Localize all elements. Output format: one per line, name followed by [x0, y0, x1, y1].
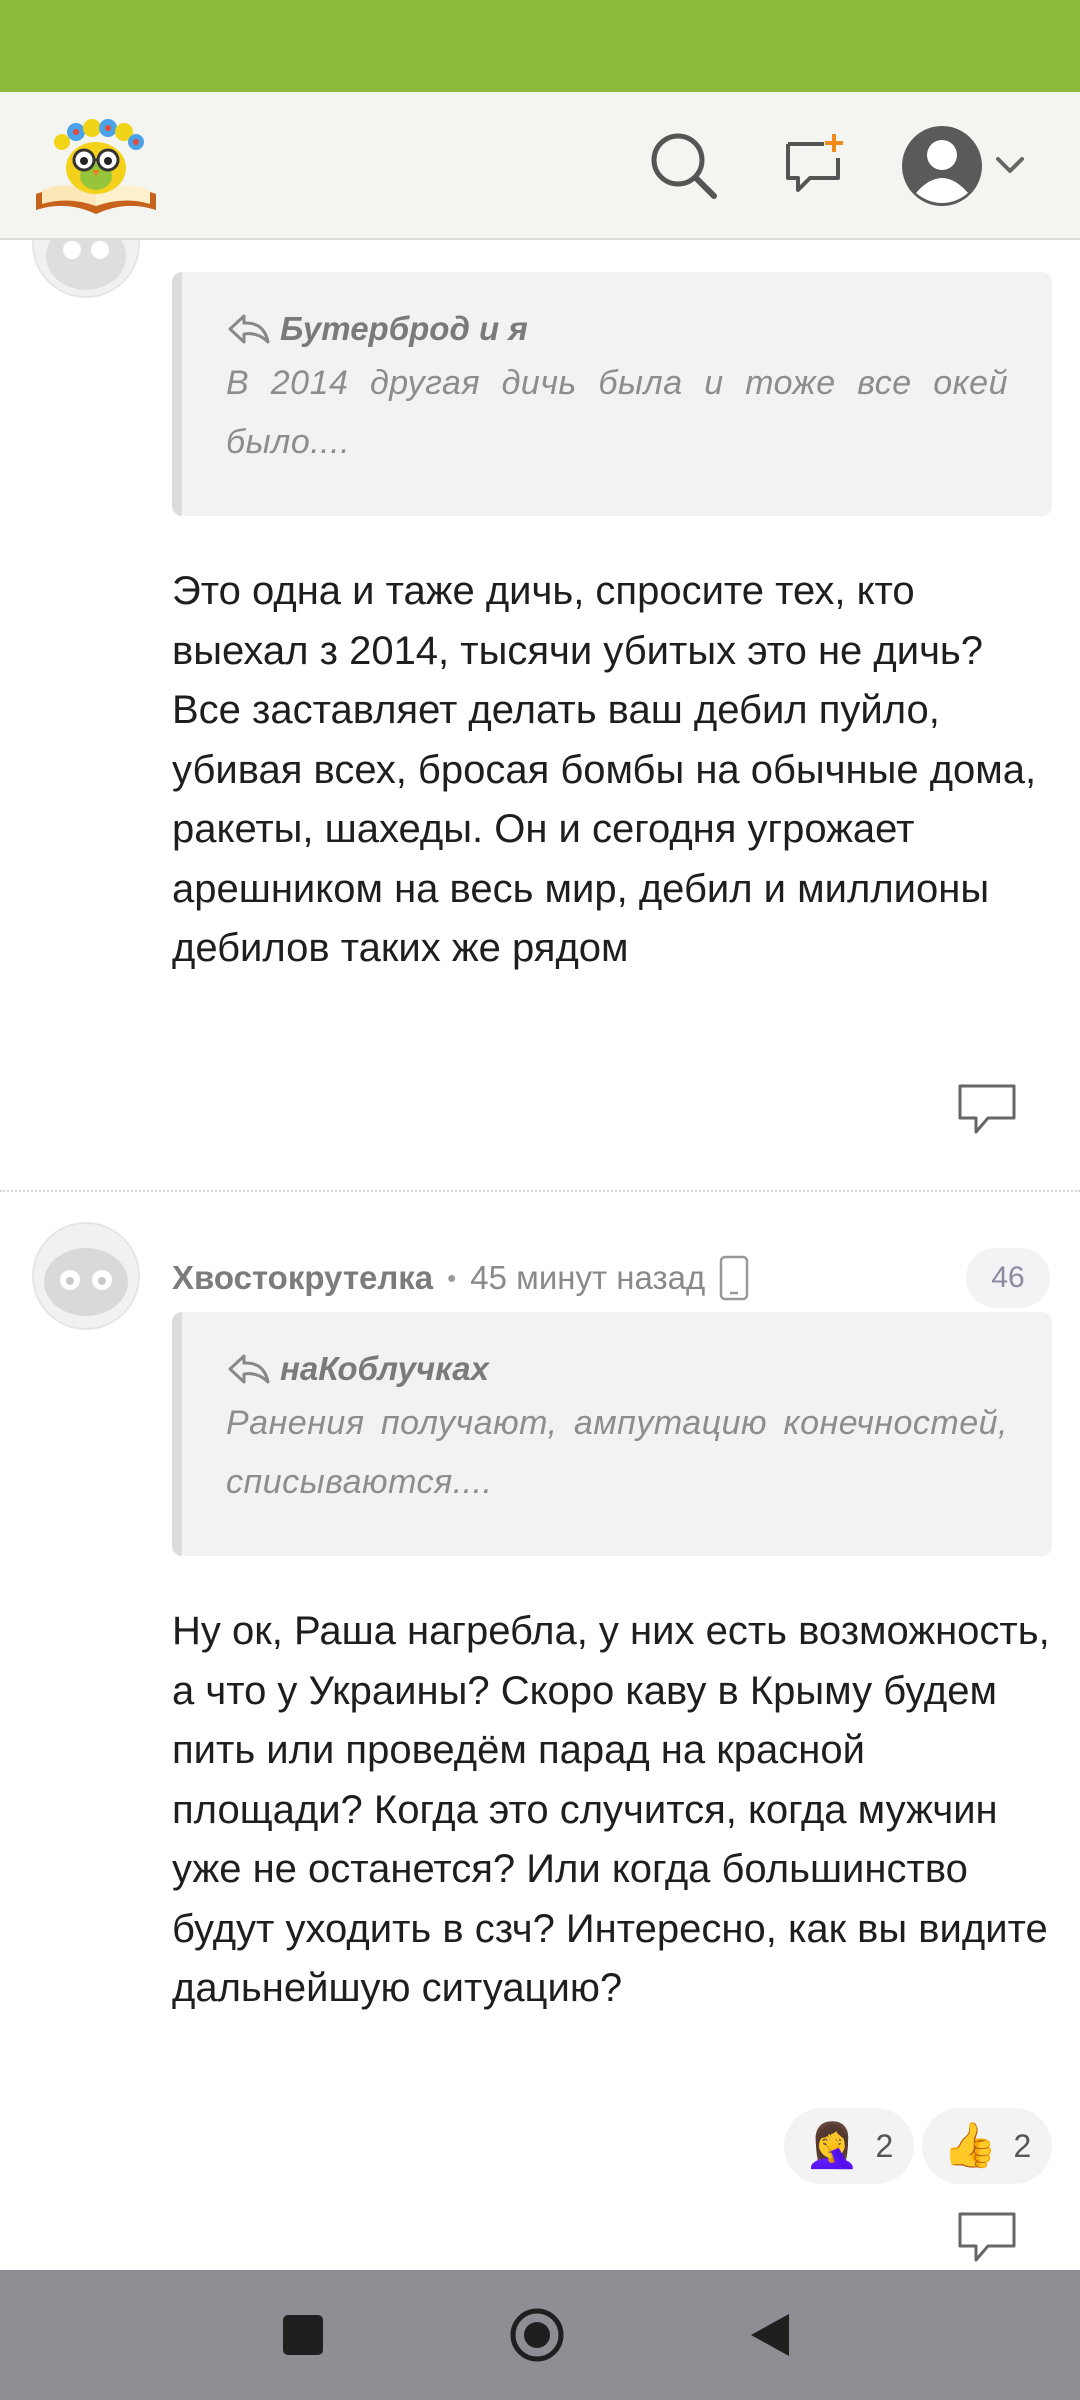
reaction-facepalm[interactable]: 🤦‍♀️ 2	[784, 2108, 914, 2184]
comment-author[interactable]: Хвостокрутелка	[172, 1259, 433, 1297]
reaction-thumbs-up[interactable]: 👍 2	[922, 2108, 1052, 2184]
avatar[interactable]	[32, 1222, 140, 1330]
comment-time: 45 минут назад	[470, 1259, 706, 1296]
app-header	[0, 92, 1080, 240]
home-button[interactable]	[494, 2292, 580, 2378]
comments-feed[interactable]: Бутерброд и я В 2014 другая дичь была и …	[0, 240, 1080, 2270]
reply-arrow-icon	[228, 314, 270, 344]
quote-author[interactable]: наКоблучках	[280, 1350, 489, 1388]
comment-meta: Хвостокрутелка • 45 минут назад	[172, 1250, 749, 1306]
reply-comment-icon[interactable]	[956, 2210, 1018, 2266]
reply-comment-icon[interactable]	[956, 1082, 1018, 1138]
status-bar	[0, 0, 1080, 92]
quote-block: наКоблучках Ранения получают, ампутацию …	[172, 1312, 1052, 1556]
owl-on-book-logo[interactable]	[32, 110, 160, 218]
quote-author[interactable]: Бутерброд и я	[280, 310, 528, 348]
avatar[interactable]	[32, 240, 140, 298]
back-button[interactable]	[726, 2292, 812, 2378]
recent-apps-button[interactable]	[260, 2292, 346, 2378]
quote-text: В 2014 другая дичь была и тоже все окей …	[226, 364, 1008, 461]
comment-number-badge[interactable]: 46	[966, 1248, 1050, 1308]
mobile-phone-icon	[719, 1255, 749, 1301]
facepalm-icon: 🤦‍♀️	[804, 2121, 860, 2170]
user-avatar-icon[interactable]	[900, 118, 1040, 214]
thumbs-up-icon: 👍	[942, 2121, 998, 2170]
reaction-count: 2	[1013, 2127, 1032, 2164]
new-message-plus-icon[interactable]	[768, 118, 864, 214]
reply-arrow-icon	[228, 1354, 270, 1384]
comment-text: Это одна и таже дичь, спросите тех, кто …	[172, 569, 1037, 970]
comment-divider	[0, 1190, 1080, 1192]
meta-separator: •	[447, 1262, 457, 1293]
comment-text: Ну ок, Раша нагребла, у них есть возможн…	[172, 1609, 1050, 2010]
search-icon[interactable]	[636, 118, 732, 214]
quote-block: Бутерброд и я В 2014 другая дичь была и …	[172, 272, 1052, 516]
reaction-count: 2	[875, 2127, 894, 2164]
system-nav-bar	[0, 2270, 1080, 2400]
quote-text: Ранения получают, ампутацию конечностей,…	[226, 1404, 1008, 1501]
